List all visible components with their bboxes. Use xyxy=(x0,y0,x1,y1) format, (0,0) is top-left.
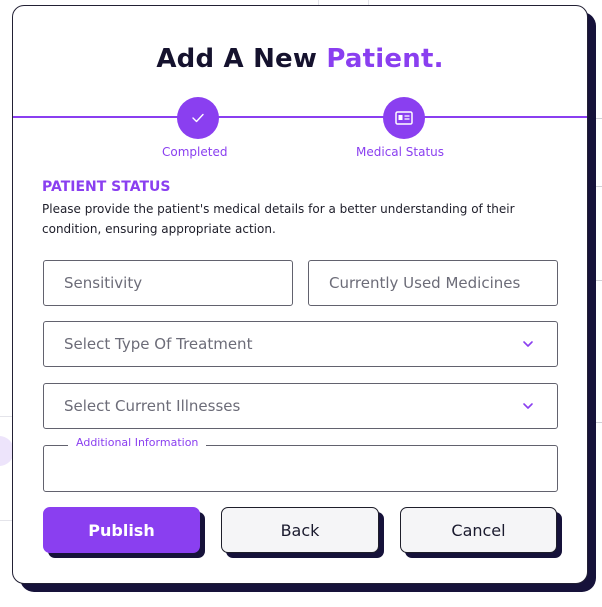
cancel-button[interactable]: Cancel xyxy=(400,507,557,553)
step-completed[interactable] xyxy=(177,97,219,139)
check-icon xyxy=(192,113,204,123)
additional-info-field[interactable]: Additional Information xyxy=(43,436,558,492)
medicines-input[interactable] xyxy=(329,274,557,292)
sensitivity-input[interactable] xyxy=(64,274,292,292)
illness-select-label: Select Current Illnesses xyxy=(64,397,241,415)
background-divider xyxy=(0,416,12,417)
back-button[interactable]: Back xyxy=(221,507,379,553)
background-divider xyxy=(596,118,602,119)
id-card-icon xyxy=(395,111,413,125)
additional-info-label: Additional Information xyxy=(68,436,207,449)
background-divider xyxy=(596,280,602,281)
sensitivity-field[interactable] xyxy=(43,260,293,306)
section-title: PATIENT STATUS xyxy=(42,179,171,195)
chevron-down-icon xyxy=(523,403,533,409)
title-main: Add A New xyxy=(156,44,327,74)
stepper-line xyxy=(13,116,587,118)
step-label-medical-status: Medical Status xyxy=(356,145,445,159)
background-divider xyxy=(0,520,12,521)
chevron-down-icon xyxy=(523,341,533,347)
medicines-field[interactable] xyxy=(308,260,558,306)
background-divider xyxy=(596,186,602,187)
step-label-completed: Completed xyxy=(162,145,228,159)
background-divider xyxy=(596,422,602,423)
treatment-select[interactable]: Select Type Of Treatment xyxy=(43,321,558,367)
section-description: Please provide the patient's medical det… xyxy=(42,202,515,236)
illness-select[interactable]: Select Current Illnesses xyxy=(43,383,558,429)
modal-title: Add A New Patient. xyxy=(13,44,587,74)
step-medical-status[interactable] xyxy=(383,97,425,139)
additional-info-input[interactable] xyxy=(64,459,557,478)
title-accent: Patient. xyxy=(326,44,444,74)
add-patient-modal: Add A New Patient. Completed Medical Sta… xyxy=(12,5,588,584)
treatment-select-label: Select Type Of Treatment xyxy=(64,335,253,353)
publish-button[interactable]: Publish xyxy=(43,507,200,553)
